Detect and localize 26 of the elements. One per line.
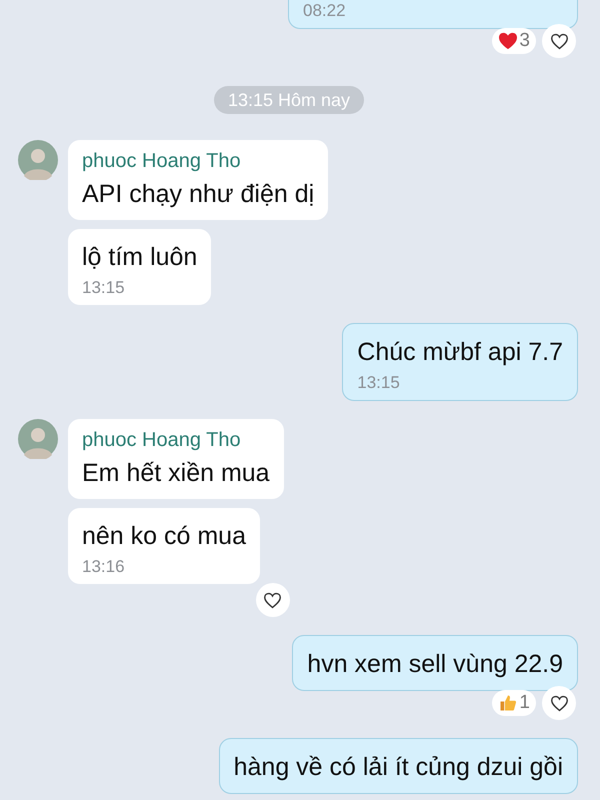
- react-button[interactable]: [256, 583, 290, 617]
- message-text: API chạy như điện dị: [82, 179, 314, 210]
- reaction-badge[interactable]: 3: [492, 28, 536, 54]
- message-time: 13:16: [82, 556, 126, 578]
- message-time: 08:22: [303, 0, 347, 22]
- heart-icon: [498, 32, 518, 50]
- thumbs-up-icon: [498, 694, 518, 712]
- sender-name: phuoc Hoang Tho: [82, 428, 242, 453]
- message-text: hàng về có lải ít củng dzui gồi: [234, 752, 563, 783]
- message-text: Chúc mừbf api 7.7: [357, 337, 563, 368]
- message-text: lộ tím luôn: [82, 242, 198, 273]
- message-text: hvn xem sell vùng 22.9: [307, 649, 563, 680]
- message-text: Em hết xiền mua: [82, 458, 270, 489]
- message-time: 13:15: [82, 277, 126, 299]
- heart-outline-icon: [263, 592, 282, 608]
- sender-name: phuoc Hoang Tho: [82, 149, 242, 174]
- heart-outline-icon: [550, 694, 568, 712]
- message-time: 13:15: [357, 372, 401, 394]
- react-button[interactable]: [542, 686, 576, 720]
- avatar-icon: [18, 140, 58, 180]
- reaction-badge[interactable]: 1: [492, 690, 536, 716]
- react-button[interactable]: [542, 24, 576, 58]
- message-text: nên ko có mua: [82, 521, 246, 552]
- avatar-icon: [18, 419, 58, 459]
- date-divider: 13:15 Hôm nay: [214, 86, 364, 114]
- heart-outline-icon: [550, 32, 568, 50]
